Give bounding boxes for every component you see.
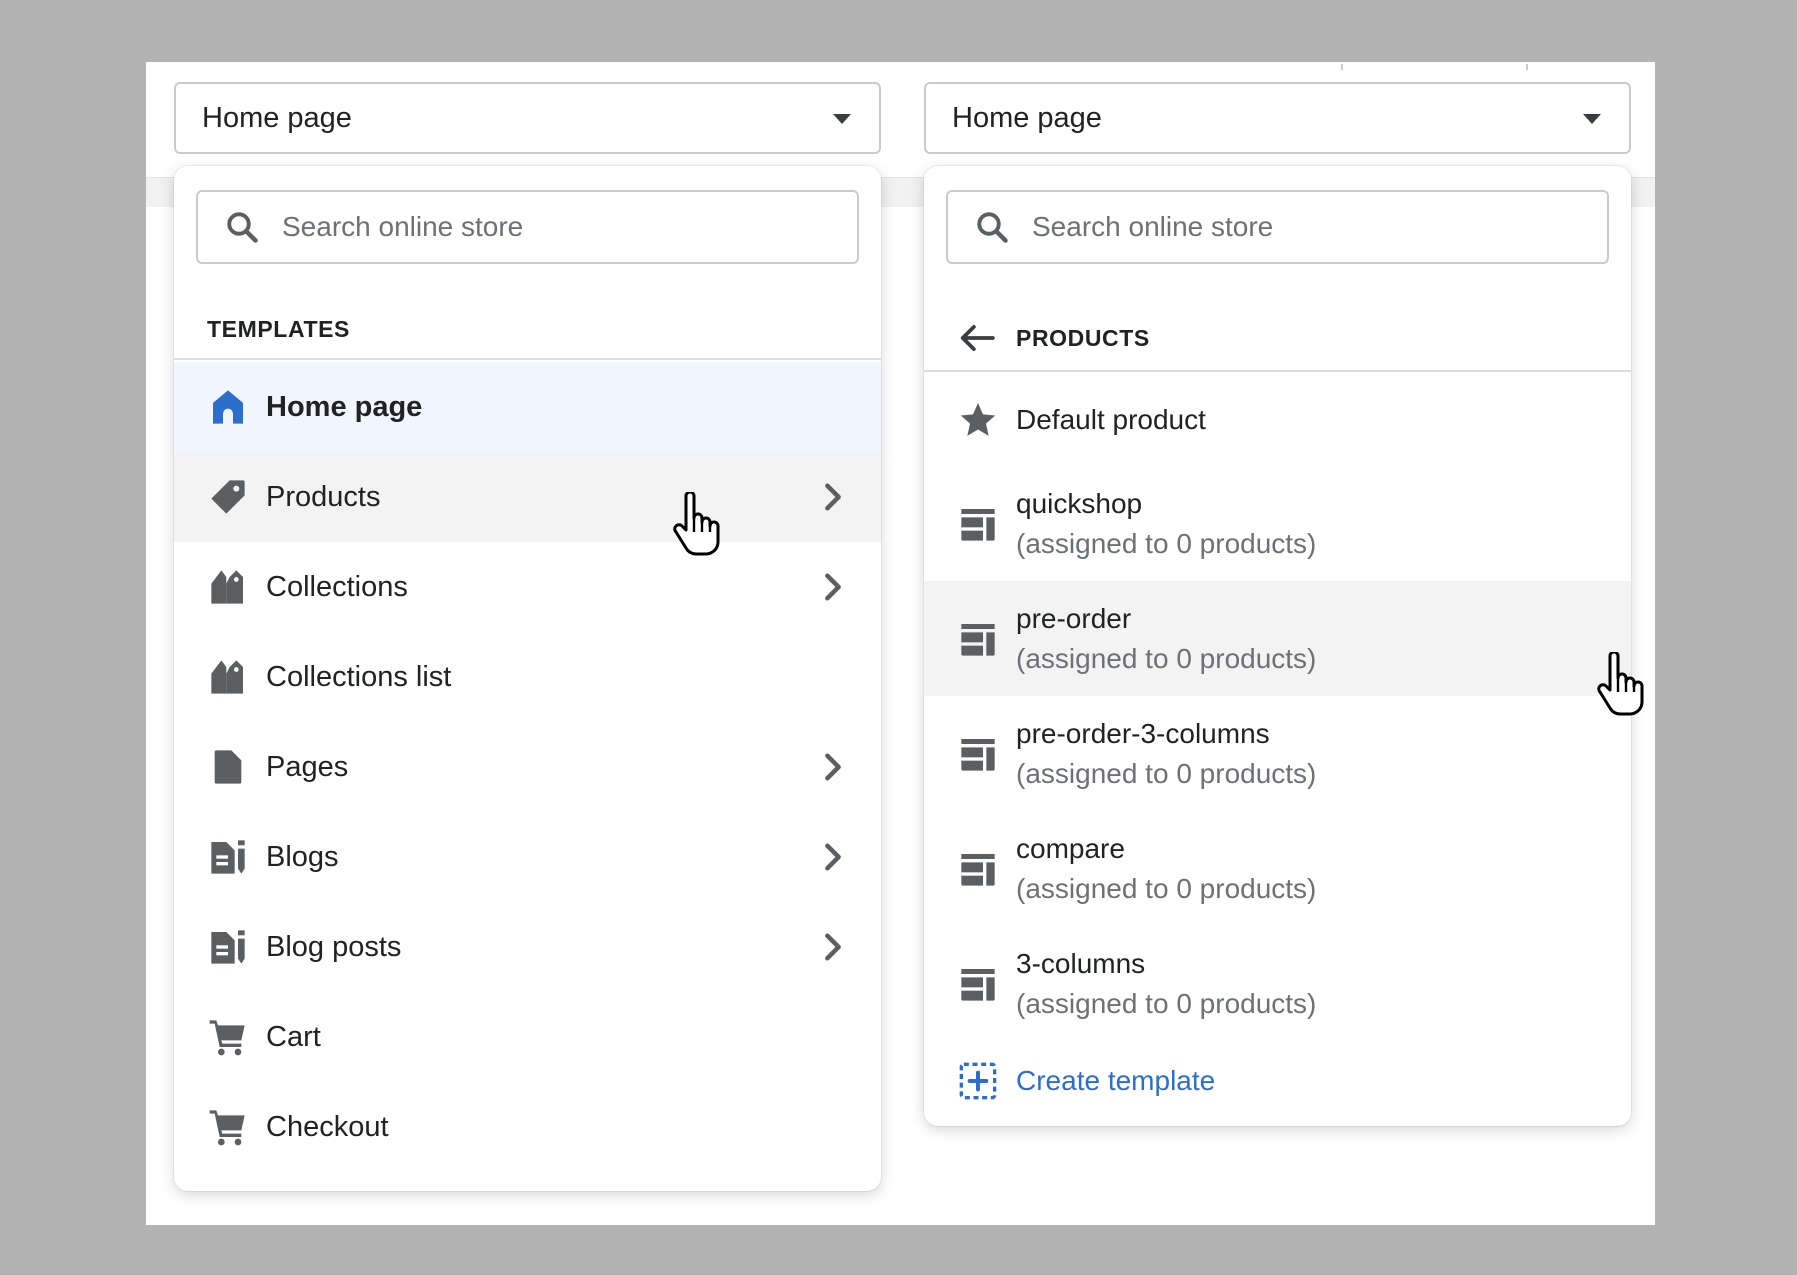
page-icon <box>208 747 248 787</box>
create-template-button[interactable]: Create template <box>924 1041 1631 1121</box>
template-item-blog-posts[interactable]: Blog posts <box>174 902 881 992</box>
template-name: compare <box>1016 832 1125 864</box>
arrow-left-icon <box>960 325 995 351</box>
template-item-blogs[interactable]: Blogs <box>174 812 881 902</box>
tag-icon <box>208 477 248 517</box>
search-input[interactable] <box>282 211 842 243</box>
template-assignment: (assigned to 0 products) <box>1016 527 1317 559</box>
template-item-label: Home page <box>266 390 423 423</box>
search-field[interactable] <box>196 190 859 264</box>
chevron-right-icon <box>825 753 841 781</box>
template-assignment: (assigned to 0 products) <box>1016 987 1317 1019</box>
template-item-pre-order-3-columns[interactable]: pre-order-3-columns (assigned to 0 produ… <box>924 696 1631 811</box>
template-assignment: (assigned to 0 products) <box>1016 872 1317 904</box>
chevron-right-icon <box>825 573 841 601</box>
template-layout-icon <box>961 853 995 886</box>
search-input[interactable] <box>1032 211 1592 243</box>
chevron-right-icon <box>825 933 841 961</box>
template-item-label: Collections list <box>266 660 452 693</box>
template-item-products[interactable]: Products <box>174 452 881 542</box>
template-item-label: Blog posts <box>266 930 402 963</box>
chevron-right-icon <box>825 843 841 871</box>
template-item-compare[interactable]: compare (assigned to 0 products) <box>924 811 1631 926</box>
template-layout-icon <box>961 508 995 541</box>
cart-icon <box>208 1107 248 1147</box>
template-item-cart[interactable]: Cart <box>174 992 881 1082</box>
template-dropdown-panel: PRODUCTS Default product quickshop (assi… <box>924 166 1631 1126</box>
search-field[interactable] <box>946 190 1609 264</box>
template-select-value: Home page <box>952 101 1102 134</box>
collections-icon <box>208 657 248 697</box>
template-item-label: Collections <box>266 570 408 603</box>
back-to-templates-button[interactable]: PRODUCTS <box>924 306 1631 372</box>
product-template-list: Default product quickshop (assigned to 0… <box>924 374 1631 1121</box>
template-item-3-columns[interactable]: 3-columns (assigned to 0 products) <box>924 926 1631 1041</box>
home-icon <box>208 387 248 427</box>
template-name: pre-order <box>1016 602 1132 634</box>
search-icon <box>227 212 258 243</box>
template-layout-icon <box>961 968 995 1001</box>
template-item-label: Cart <box>266 1020 321 1053</box>
divider-tick <box>1341 64 1343 70</box>
cart-icon <box>208 1017 248 1057</box>
template-list: Home page Products Collections Collectio… <box>174 362 881 1172</box>
caret-down-icon <box>833 114 851 124</box>
template-name: quickshop <box>1016 487 1143 519</box>
template-layout-icon <box>961 623 995 656</box>
blog-icon <box>208 837 248 877</box>
divider-tick <box>1526 64 1528 70</box>
template-item-label: Pages <box>266 750 349 783</box>
editor-canvas: Home page TEMPLATES Home page <box>146 62 1655 1225</box>
section-heading: TEMPLATES <box>174 300 881 360</box>
template-select-value: Home page <box>202 101 352 134</box>
template-item-pages[interactable]: Pages <box>174 722 881 812</box>
section-heading: PRODUCTS <box>1016 324 1150 351</box>
template-item-quickshop[interactable]: quickshop (assigned to 0 products) <box>924 466 1631 581</box>
template-item-label: Products <box>266 480 381 513</box>
template-select[interactable]: Home page <box>174 82 881 154</box>
template-select[interactable]: Home page <box>924 82 1631 154</box>
search-icon <box>977 212 1008 243</box>
template-name: pre-order-3-columns <box>1016 717 1270 749</box>
template-item-default-product[interactable]: Default product <box>924 374 1631 466</box>
template-layout-icon <box>961 738 995 771</box>
template-item-label: Checkout <box>266 1110 389 1143</box>
template-assignment: (assigned to 0 products) <box>1016 642 1317 674</box>
template-dropdown-panel: TEMPLATES Home page Products <box>174 166 881 1191</box>
template-item-label: Blogs <box>266 840 339 873</box>
star-icon <box>960 403 996 436</box>
caret-down-icon <box>1583 114 1601 124</box>
template-assignment: (assigned to 0 products) <box>1016 757 1317 789</box>
template-item-home-page[interactable]: Home page <box>174 362 881 452</box>
template-item-collections-list[interactable]: Collections list <box>174 632 881 722</box>
template-name: 3-columns <box>1016 947 1146 979</box>
collections-icon <box>208 567 248 607</box>
template-name: Default product <box>1016 404 1206 435</box>
template-item-checkout[interactable]: Checkout <box>174 1082 881 1172</box>
template-item-pre-order[interactable]: pre-order (assigned to 0 products) <box>924 581 1631 696</box>
create-template-icon <box>959 1062 997 1100</box>
template-item-collections[interactable]: Collections <box>174 542 881 632</box>
create-template-label: Create template <box>1016 1065 1216 1096</box>
chevron-right-icon <box>825 483 841 511</box>
blog-icon <box>208 927 248 967</box>
